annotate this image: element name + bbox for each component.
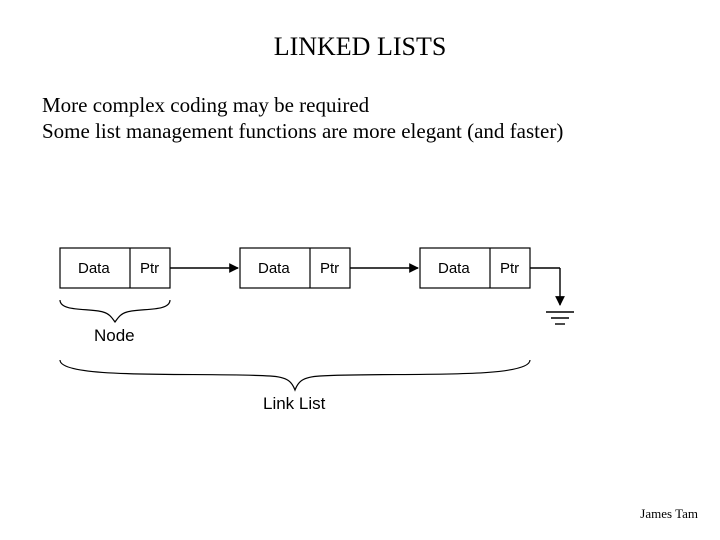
node2-data-label: Data [258, 260, 290, 277]
node3-data-label: Data [438, 260, 470, 277]
node1-data-label: Data [78, 260, 110, 277]
node-label: Node [94, 326, 135, 346]
node1-ptr-label: Ptr [140, 260, 159, 277]
footer-author: James Tam [640, 506, 698, 522]
node2-ptr-label: Ptr [320, 260, 339, 277]
node3-ptr-label: Ptr [500, 260, 519, 277]
linklist-label: Link List [263, 394, 325, 414]
